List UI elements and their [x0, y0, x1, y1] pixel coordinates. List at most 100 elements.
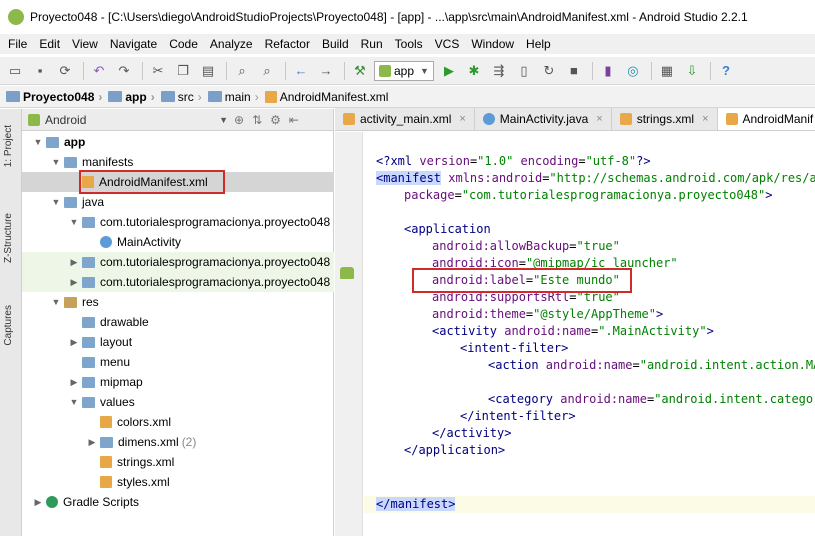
code-line: </application> — [404, 443, 506, 457]
tree-item[interactable]: ▼ app — [22, 132, 334, 152]
tab-strings[interactable]: strings.xml × — [611, 108, 718, 130]
menu-build[interactable]: Build — [316, 37, 355, 51]
tree-item[interactable]: ▶ dimens.xml (2) — [22, 432, 334, 452]
menu-run[interactable]: Run — [355, 37, 389, 51]
paste-icon[interactable]: ▤ — [197, 60, 219, 82]
menu-window[interactable]: Window — [465, 37, 520, 51]
expand-arrow-icon[interactable]: ▶ — [68, 377, 80, 388]
tree-item-label: res — [82, 295, 99, 309]
close-icon[interactable]: × — [596, 113, 602, 125]
menu-help[interactable]: Help — [520, 37, 557, 51]
run-configuration-select[interactable]: app ▼ — [374, 60, 434, 81]
undo-icon[interactable]: ↶ — [88, 60, 110, 82]
tree-item[interactable]: ▼ values — [22, 392, 334, 412]
copy-icon[interactable]: ❐ — [172, 60, 194, 82]
make-project-icon[interactable]: ⚒ — [349, 60, 371, 82]
tree-item[interactable]: strings.xml — [22, 452, 334, 472]
menu-view[interactable]: View — [66, 37, 104, 51]
expand-arrow-icon[interactable]: ▼ — [68, 397, 80, 407]
collapse-all-icon[interactable]: ⇅ — [252, 113, 262, 127]
tree-item[interactable]: colors.xml — [22, 412, 334, 432]
sync-gradle-icon[interactable]: ◎ — [622, 60, 644, 82]
gradle-icon — [46, 496, 58, 508]
tool-tab-captures[interactable]: Captures — [3, 305, 14, 346]
expand-arrow-icon[interactable]: ▶ — [68, 277, 80, 288]
menu-tools[interactable]: Tools — [389, 37, 429, 51]
tree-item[interactable]: ▶ com.tutorialesprogramacionya.proyecto04… — [22, 272, 334, 292]
tree-item[interactable]: ▼ manifests — [22, 152, 334, 172]
close-icon[interactable]: × — [702, 113, 708, 125]
run-icon[interactable]: ▶ — [438, 60, 460, 82]
gear-icon[interactable]: ⚙ — [270, 113, 281, 127]
scroll-from-source-icon[interactable]: ⊕ — [234, 113, 244, 127]
tree-item[interactable]: ▼ com.tutorialesprogramacionya.proyecto04… — [22, 212, 334, 232]
back-icon[interactable]: ← — [290, 60, 312, 82]
tab-activity-main[interactable]: activity_main.xml × — [335, 108, 475, 130]
open-folder-icon[interactable]: ▭ — [4, 60, 26, 82]
menu-edit[interactable]: Edit — [33, 37, 66, 51]
expand-arrow-icon[interactable]: ▶ — [32, 497, 44, 508]
tree-item[interactable]: MainActivity — [22, 232, 334, 252]
tree-item[interactable]: ▶ com.tutorialesprogramacionya.proyecto04… — [22, 252, 334, 272]
hide-panel-icon[interactable]: ⇤ — [289, 113, 299, 127]
breadcrumb-item-app[interactable]: app › — [108, 90, 158, 104]
breadcrumb-item-src[interactable]: src › — [160, 90, 206, 104]
code-editor[interactable]: <?xml version="1.0" encoding="utf-8"?> <… — [364, 132, 815, 536]
editor-tabs: activity_main.xml × MainActivity.java × … — [335, 108, 815, 131]
expand-arrow-icon[interactable]: ▼ — [32, 137, 44, 147]
redo-icon[interactable]: ↷ — [113, 60, 135, 82]
tree-item[interactable]: styles.xml — [22, 472, 334, 492]
save-icon[interactable]: ▪ — [29, 60, 51, 82]
tree-item[interactable]: ▶ mipmap — [22, 372, 334, 392]
breadcrumb-item-project[interactable]: Proyecto048 › — [6, 90, 106, 104]
menu-navigate[interactable]: Navigate — [104, 37, 163, 51]
xml-file-icon — [343, 113, 355, 125]
tree-item[interactable]: drawable — [22, 312, 334, 332]
help-icon[interactable]: ? — [715, 60, 737, 82]
expand-arrow-icon[interactable]: ▼ — [50, 197, 62, 207]
tab-android-manifest[interactable]: AndroidManif — [717, 108, 815, 130]
expand-arrow-icon[interactable]: ▼ — [50, 297, 62, 307]
tree-item[interactable]: ▶ layout — [22, 332, 334, 352]
stop-icon[interactable]: ■ — [563, 60, 585, 82]
expand-arrow-icon[interactable]: ▼ — [50, 157, 62, 167]
avd-manager-icon[interactable]: ▮ — [597, 60, 619, 82]
tool-tab-project[interactable]: 1: Project — [3, 125, 14, 167]
menu-analyze[interactable]: Analyze — [204, 37, 259, 51]
tab-main-activity[interactable]: MainActivity.java × — [474, 108, 612, 130]
replace-icon[interactable]: ⌕ — [256, 60, 278, 82]
debug-icon[interactable]: ✱ — [463, 60, 485, 82]
apply-changes-icon[interactable]: ▯ — [513, 60, 535, 82]
attach-debugger-icon[interactable]: ⇶ — [488, 60, 510, 82]
expand-arrow-icon[interactable]: ▶ — [68, 337, 80, 348]
android-module-icon — [379, 64, 391, 77]
find-icon[interactable]: ⌕ — [231, 60, 253, 82]
expand-arrow-icon[interactable]: ▼ — [68, 217, 80, 227]
tree-item[interactable]: menu — [22, 352, 334, 372]
project-structure-icon[interactable]: ▦ — [656, 60, 678, 82]
cut-icon[interactable]: ✂ — [147, 60, 169, 82]
project-view-label: Android — [45, 112, 87, 127]
project-view-select[interactable]: Android ▼ — [28, 113, 228, 127]
folder-icon — [82, 316, 95, 328]
tree-item[interactable]: ▶ Gradle Scripts — [22, 492, 334, 512]
android-gutter-icon[interactable] — [340, 267, 354, 279]
forward-icon[interactable]: → — [315, 60, 337, 82]
breadcrumb-item-file[interactable]: AndroidManifest.xml — [264, 90, 388, 104]
expand-arrow-icon[interactable]: ▶ — [68, 257, 80, 268]
tool-tab-structure[interactable]: Z-Structure — [3, 213, 14, 263]
tree-item[interactable]: ▼ res — [22, 292, 334, 312]
tree-item-label: mipmap — [100, 375, 143, 389]
close-icon[interactable]: × — [459, 113, 465, 125]
rerun-icon[interactable]: ↻ — [538, 60, 560, 82]
sync-icon[interactable]: ⟳ — [54, 60, 76, 82]
menu-refactor[interactable]: Refactor — [259, 37, 316, 51]
menu-code[interactable]: Code — [163, 37, 204, 51]
menu-vcs[interactable]: VCS — [429, 37, 466, 51]
breadcrumb-item-main[interactable]: main › — [207, 90, 263, 104]
java-class-icon — [100, 236, 112, 248]
sdk-manager-icon[interactable]: ⇩ — [681, 60, 703, 82]
menu-file[interactable]: File — [2, 37, 33, 51]
tree-item[interactable]: ▼ java — [22, 192, 334, 212]
expand-arrow-icon[interactable]: ▶ — [86, 437, 98, 448]
